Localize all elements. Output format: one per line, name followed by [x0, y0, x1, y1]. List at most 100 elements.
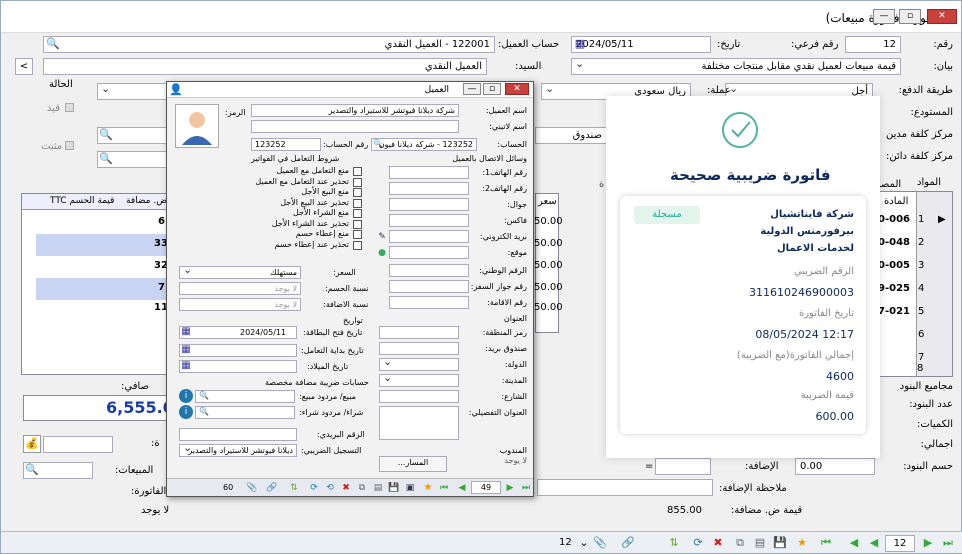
first-icon[interactable]: ⏮: [437, 481, 451, 495]
terms-checkbox[interactable]: [353, 240, 362, 250]
search-icon[interactable]: 🔍: [99, 128, 113, 142]
latin-name-input[interactable]: [251, 120, 459, 133]
close-button[interactable]: ✕: [927, 9, 957, 24]
first-icon[interactable]: ⏮: [819, 536, 833, 550]
search-icon[interactable]: 🔍: [371, 137, 385, 151]
delete-icon[interactable]: ✖: [711, 536, 725, 550]
date-input[interactable]: 2024/05/11: [571, 36, 711, 53]
search-icon[interactable]: 🔍: [197, 389, 211, 403]
dialog-maximize-button[interactable]: ▫: [483, 83, 501, 95]
email-input[interactable]: [389, 230, 469, 243]
terms-checkbox[interactable]: [353, 219, 362, 229]
account-input[interactable]: 123252 - شركه ديلانا فيون: [371, 138, 477, 151]
print-preview-icon[interactable]: ▤: [371, 481, 385, 495]
fixed-checkbox[interactable]: [65, 141, 74, 150]
statement-select[interactable]: قيمة مبيعات لعميل نقدي مقابل منتجات مختل…: [571, 58, 901, 75]
calendar-icon[interactable]: ▦: [179, 343, 193, 357]
postal-code-input[interactable]: [179, 428, 297, 441]
delete-icon[interactable]: ✖: [339, 481, 353, 495]
search-icon[interactable]: 🔍: [46, 37, 60, 51]
tab-other[interactable]: ة: [599, 179, 604, 190]
phone1-input[interactable]: [389, 166, 469, 179]
search-icon[interactable]: 🔍: [197, 405, 211, 419]
link-icon[interactable]: 🔗: [265, 481, 279, 495]
refresh-icon[interactable]: ⟳: [307, 481, 321, 495]
terms-checkbox[interactable]: [353, 177, 362, 187]
dialog-minimize-button[interactable]: —: [463, 83, 481, 95]
national-id-input[interactable]: [389, 264, 469, 277]
prev-icon[interactable]: ◀: [847, 536, 861, 550]
customer-name-input[interactable]: شركة ديلانا فيوتشر للاستيراد والتصدير: [251, 104, 459, 117]
info-icon[interactable]: i: [179, 389, 193, 403]
minimize-button[interactable]: —: [873, 9, 895, 24]
next-icon[interactable]: ▶: [921, 536, 935, 550]
zip-input[interactable]: [379, 326, 459, 339]
page-input[interactable]: 12: [885, 535, 915, 552]
mobile-input[interactable]: [389, 198, 469, 211]
box-input[interactable]: صندوق: [535, 127, 607, 144]
path-button[interactable]: المسار...: [379, 456, 447, 472]
info-icon[interactable]: i: [179, 405, 193, 419]
search-icon[interactable]: 🔍: [99, 152, 113, 166]
discount-input[interactable]: 0.00: [795, 458, 875, 475]
fax-input[interactable]: [389, 214, 469, 227]
dialog-page-input[interactable]: 49: [471, 481, 501, 494]
next-icon[interactable]: ▶: [503, 481, 517, 495]
globe-icon[interactable]: ●: [375, 246, 389, 260]
addition-pct-input[interactable]: لا يوجد: [179, 298, 301, 311]
terms-checkbox[interactable]: [353, 230, 362, 239]
calendar-icon[interactable]: ▦: [179, 359, 193, 373]
link-icon[interactable]: 🔗: [621, 536, 635, 550]
sync-icon[interactable]: ⟲: [323, 481, 337, 495]
refresh-icon[interactable]: ⟳: [691, 536, 705, 550]
detailed-address-input[interactable]: [379, 406, 459, 440]
country-select[interactable]: [379, 358, 459, 371]
copy-icon[interactable]: ⧉: [355, 481, 369, 495]
calendar-icon[interactable]: ▦: [573, 37, 587, 51]
expand-button[interactable]: >: [15, 58, 33, 75]
attach-icon[interactable]: 📎: [245, 481, 259, 495]
pencil-icon[interactable]: ✎: [375, 230, 389, 244]
save-icon[interactable]: 💾: [773, 536, 787, 550]
posted-checkbox[interactable]: [65, 103, 74, 112]
city-select[interactable]: [379, 374, 459, 387]
terms-checkbox[interactable]: [353, 198, 362, 208]
doc-select[interactable]: [97, 83, 169, 100]
pobox-input[interactable]: [379, 342, 459, 355]
tab-materials[interactable]: المواد: [917, 177, 941, 188]
street-input[interactable]: [379, 390, 459, 403]
maximize-button[interactable]: ▫: [899, 9, 921, 24]
search-icon[interactable]: 🔍: [25, 463, 39, 477]
residence-input[interactable]: [389, 296, 469, 309]
passport-input[interactable]: [389, 280, 469, 293]
star-icon[interactable]: ★: [421, 481, 435, 495]
birth-input[interactable]: [179, 360, 297, 373]
addition-input[interactable]: [655, 458, 711, 475]
mr-input[interactable]: العميل النقدي: [43, 58, 487, 75]
website-input[interactable]: [389, 246, 469, 259]
dropdown-icon[interactable]: ⌄: [577, 536, 591, 550]
terms-checkbox[interactable]: [353, 188, 362, 197]
price-select[interactable]: مستهلك: [179, 266, 301, 279]
number-input[interactable]: 12: [845, 36, 901, 53]
tree-icon[interactable]: ⇅: [667, 536, 681, 550]
calendar-icon[interactable]: ▦: [179, 325, 193, 339]
amount-input[interactable]: [43, 436, 113, 453]
discount-pct-input[interactable]: لا يوجد: [179, 282, 301, 295]
tax-reg-select[interactable]: ديلانا فيوتشر للاستيراد والتصدير: [179, 444, 297, 457]
phone2-input[interactable]: [389, 182, 469, 195]
dialog-close-button[interactable]: ✕: [505, 83, 529, 95]
save-as-icon[interactable]: ▣: [403, 481, 417, 495]
card-open-input[interactable]: 2024/05/11: [179, 326, 297, 339]
account-number-input[interactable]: 123252: [251, 138, 321, 151]
save-icon[interactable]: 💾: [387, 481, 401, 495]
print-preview-icon[interactable]: ▤: [753, 536, 767, 550]
star-icon[interactable]: ★: [795, 536, 809, 550]
last-icon[interactable]: ⏭: [941, 536, 955, 550]
addition-note-input[interactable]: [537, 479, 713, 496]
last-icon[interactable]: ⏭: [519, 481, 533, 495]
copy-icon[interactable]: ⧉: [733, 536, 747, 550]
customer-account-input[interactable]: 122001 - العميل النقدي: [43, 36, 495, 53]
tree-icon[interactable]: ⇅: [287, 481, 301, 495]
back-icon[interactable]: ◀: [867, 536, 881, 550]
